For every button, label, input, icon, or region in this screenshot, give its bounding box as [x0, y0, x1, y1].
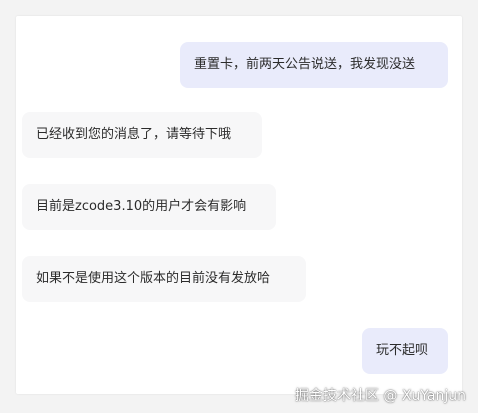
- user-message: 玩不起呗: [362, 328, 448, 374]
- message-text: 目前是zcode3.10的用户才会有影响: [36, 199, 247, 214]
- message-text: 重置卡，前两天公告说送，我发现没送: [194, 57, 416, 72]
- message-text: 已经收到您的消息了，请等待下哦: [36, 127, 232, 142]
- user-message: 重置卡，前两天公告说送，我发现没送: [180, 42, 448, 88]
- assistant-message: 如果不是使用这个版本的目前没有发放哈: [22, 256, 306, 302]
- message-text: 如果不是使用这个版本的目前没有发放哈: [36, 271, 271, 286]
- screenshot-stage: 重置卡，前两天公告说送，我发现没送 已经收到您的消息了，请等待下哦 目前是zco…: [0, 0, 478, 413]
- assistant-message: 已经收到您的消息了，请等待下哦: [22, 112, 262, 158]
- chat-panel: 重置卡，前两天公告说送，我发现没送 已经收到您的消息了，请等待下哦 目前是zco…: [16, 16, 462, 394]
- message-text: 玩不起呗: [376, 343, 429, 358]
- assistant-message: 目前是zcode3.10的用户才会有影响: [22, 184, 276, 230]
- watermark-text: 掘金技术社区 @ XuYanjun: [294, 388, 466, 404]
